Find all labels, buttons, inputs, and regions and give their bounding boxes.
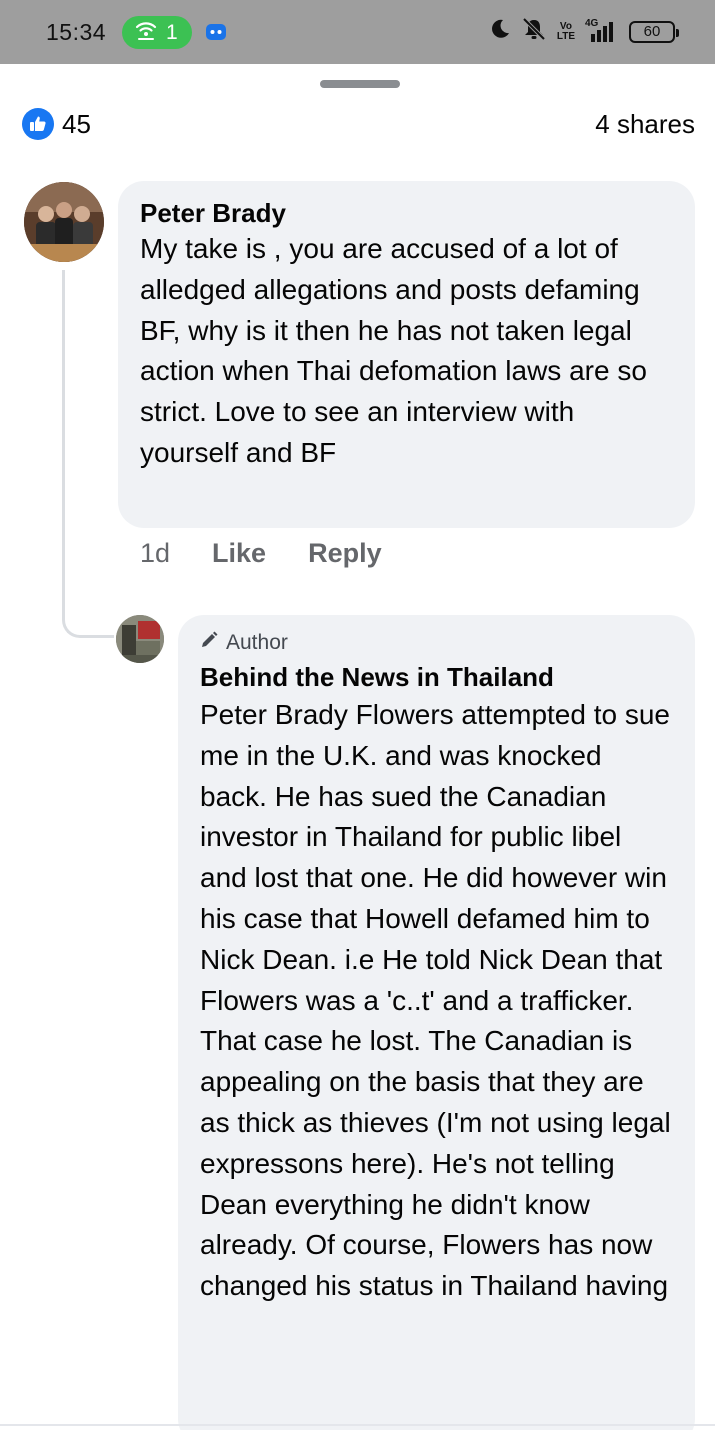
volte-icon: Vo LTE [556,21,575,42]
reply-button[interactable]: Reply [308,538,382,569]
avatar[interactable] [116,615,164,663]
thumbs-up-icon [22,108,54,140]
status-time: 15:34 [46,19,107,45]
comment-time[interactable]: 1d [140,538,170,569]
comment-text: My take is , you are accused of a lot of… [140,233,647,468]
battery-level: 60 [643,23,661,40]
pencil-icon [200,631,218,655]
reply-thread-line [62,270,114,638]
likes-count: 45 [62,108,91,139]
comment-actions: 1d Like Reply [140,538,382,569]
avatar[interactable] [24,182,104,262]
author-badge-label: Author [226,631,288,654]
bottom-divider [0,1424,715,1426]
post-stats: 45 4 shares [22,106,695,142]
sheet-drag-handle[interactable] [320,80,400,88]
hotspot-count: 1 [166,20,178,44]
hotspot-pill[interactable]: 1 [122,16,192,49]
author-badge: Author [200,629,673,657]
battery-icon: 60 [629,20,679,43]
comment-author[interactable]: Behind the News in Thailand [200,659,673,695]
wifi-hotspot-icon [134,19,158,46]
volte-line2: LTE [556,30,575,42]
status-icons: Vo LTE 4G 60 [489,17,679,46]
comment-bubble: Peter Brady My take is , you are accused… [118,181,695,528]
like-button[interactable]: Like [212,538,266,569]
comment-author[interactable]: Peter Brady [140,197,673,229]
comment-bubble-reply: Author Behind the News in Thailand Peter… [178,615,695,1430]
reactions-summary[interactable]: 45 [22,108,91,140]
moon-icon [489,18,511,45]
comment-text: Peter Brady Flowers attempted to sue me … [200,699,671,1302]
signal-4g-icon: 4G [585,18,619,44]
mute-bell-icon [521,17,547,46]
status-bar: 15:34 1 Vo LTE 4G 60 [0,0,715,64]
shares-link[interactable]: 4 shares [595,109,695,140]
game-controller-icon [205,21,227,48]
